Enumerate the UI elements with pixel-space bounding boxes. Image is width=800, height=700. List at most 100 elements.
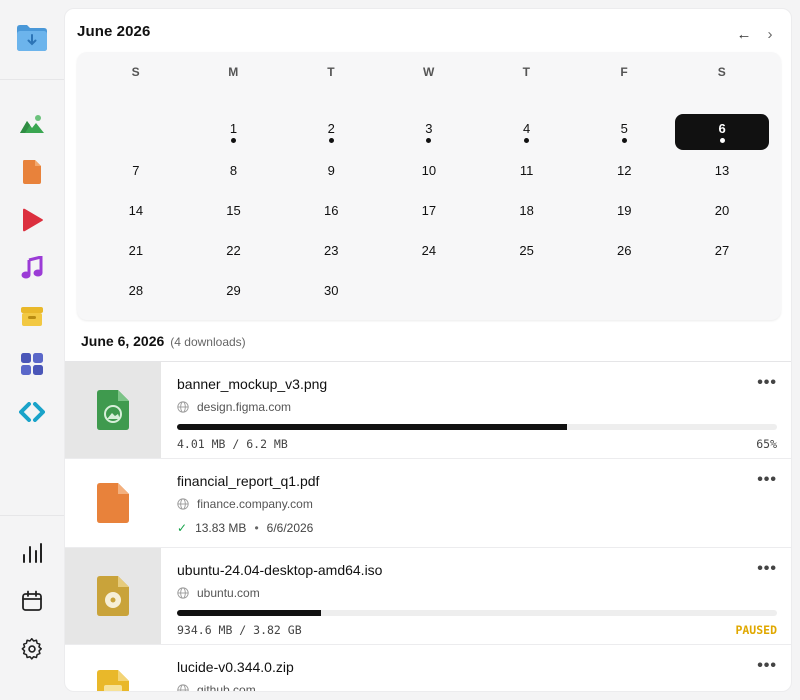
calendar-day-number: 30 bbox=[323, 282, 339, 298]
calendar-day-number: 17 bbox=[421, 202, 437, 218]
calendar-day[interactable]: 7 bbox=[87, 152, 185, 188]
calendar-day[interactable]: 11 bbox=[478, 152, 576, 188]
calendar-day[interactable]: 4 bbox=[478, 114, 576, 150]
calendar-day[interactable]: 25 bbox=[478, 232, 576, 268]
more-options-button[interactable]: ••• bbox=[757, 657, 777, 675]
calendar-day-number: 23 bbox=[323, 242, 339, 258]
sidebar-footer bbox=[0, 515, 64, 673]
images-icon[interactable] bbox=[8, 100, 56, 148]
code-icon[interactable] bbox=[8, 388, 56, 436]
progress-bar bbox=[177, 610, 777, 616]
download-filename[interactable]: ubuntu-24.04-desktop-amd64.iso bbox=[177, 562, 382, 578]
globe-icon bbox=[177, 401, 189, 413]
weekday-label: W bbox=[422, 65, 435, 79]
calendar-day-number: 10 bbox=[421, 162, 437, 178]
calendar-day-number: 4 bbox=[522, 121, 531, 136]
calendar-day[interactable]: 27 bbox=[673, 232, 771, 268]
downloads-date-heading: June 6, 2026 (4 downloads) bbox=[81, 333, 246, 349]
calendar-day-number: 5 bbox=[620, 121, 628, 136]
calendar-day-number: 16 bbox=[323, 202, 339, 218]
main-panel: June 2026 ← › S M T W T F S 1 2 3 4 5 6 7 8 9 10 1… bbox=[64, 8, 792, 692]
download-domain: design.figma.com bbox=[197, 400, 292, 414]
globe-icon bbox=[177, 498, 189, 510]
calendar-week: 28 29 30 bbox=[87, 270, 771, 310]
calendar-day-number: 6 bbox=[718, 121, 726, 136]
calendar-day[interactable]: 13 bbox=[673, 152, 771, 188]
calendar-day[interactable]: 8 bbox=[185, 152, 283, 188]
video-icon[interactable] bbox=[8, 196, 56, 244]
calendar-empty-cell bbox=[380, 272, 478, 308]
calendar-day-number: 8 bbox=[229, 162, 238, 178]
calendar-day[interactable]: 24 bbox=[380, 232, 478, 268]
download-size: 4.01 MB / 6.2 MB bbox=[177, 437, 288, 451]
progress-fill bbox=[177, 424, 567, 430]
download-item[interactable]: banner_mockup_v3.png ••• design.figma.co… bbox=[65, 362, 791, 459]
calendar-icon[interactable] bbox=[8, 577, 56, 625]
folder-download-icon[interactable] bbox=[15, 22, 49, 57]
calendar-day[interactable]: 20 bbox=[673, 192, 771, 228]
checkmark-icon: ✓ bbox=[177, 521, 188, 535]
calendar-day[interactable]: 29 bbox=[185, 272, 283, 308]
next-month-button[interactable]: › bbox=[759, 23, 781, 45]
download-item[interactable]: lucide-v0.344.0.zip ••• github.com bbox=[65, 645, 791, 692]
download-domain: ubuntu.com bbox=[197, 586, 260, 600]
calendar-day[interactable]: 2 bbox=[282, 114, 380, 150]
stats-icon[interactable] bbox=[8, 529, 56, 577]
download-indicator-dot bbox=[426, 138, 432, 143]
weekday-label: S bbox=[131, 65, 141, 79]
download-source: ubuntu.com bbox=[177, 586, 260, 600]
calendar-day[interactable]: 26 bbox=[575, 232, 673, 268]
calendar-day-number: 24 bbox=[421, 242, 437, 258]
calendar-day[interactable]: 18 bbox=[478, 192, 576, 228]
calendar-day[interactable]: 28 bbox=[87, 272, 185, 308]
calendar-day[interactable]: 15 bbox=[185, 192, 283, 228]
progress-fill bbox=[177, 610, 321, 616]
calendar-day-number: 13 bbox=[714, 162, 730, 178]
weekday-header: S M T W T F S bbox=[87, 52, 771, 92]
calendar-day[interactable]: 14 bbox=[87, 192, 185, 228]
archive-icon[interactable] bbox=[8, 292, 56, 340]
globe-icon bbox=[177, 684, 189, 691]
separator: • bbox=[254, 521, 259, 535]
download-filename[interactable]: lucide-v0.344.0.zip bbox=[177, 659, 294, 675]
calendar-day[interactable]: 30 bbox=[282, 272, 380, 308]
calendar-day[interactable]: 17 bbox=[380, 192, 478, 228]
archive-file-icon bbox=[65, 645, 161, 691]
calendar-day[interactable]: 1 bbox=[185, 114, 283, 150]
calendar-day[interactable]: 16 bbox=[282, 192, 380, 228]
apps-icon[interactable] bbox=[8, 340, 56, 388]
download-filename[interactable]: financial_report_q1.pdf bbox=[177, 473, 319, 489]
calendar-empty-cell bbox=[478, 272, 576, 308]
more-options-button[interactable]: ••• bbox=[757, 374, 777, 392]
calendar-day[interactable]: 10 bbox=[380, 152, 478, 188]
more-options-button[interactable]: ••• bbox=[757, 560, 777, 578]
calendar-day-number: 14 bbox=[128, 202, 144, 218]
download-filename[interactable]: banner_mockup_v3.png bbox=[177, 376, 327, 392]
calendar-empty-cell bbox=[575, 272, 673, 308]
settings-icon[interactable] bbox=[8, 625, 56, 673]
calendar-day[interactable]: 9 bbox=[282, 152, 380, 188]
download-domain: github.com bbox=[197, 683, 256, 692]
download-size: 13.83 MB bbox=[195, 521, 247, 535]
calendar-day[interactable]: 23 bbox=[282, 232, 380, 268]
more-options-button[interactable]: ••• bbox=[757, 471, 777, 489]
previous-month-button[interactable]: ← bbox=[733, 23, 755, 45]
calendar-empty-cell bbox=[673, 272, 771, 308]
download-item[interactable]: ubuntu-24.04-desktop-amd64.iso ••• ubunt… bbox=[65, 548, 791, 645]
download-item[interactable]: financial_report_q1.pdf ••• finance.comp… bbox=[65, 459, 791, 548]
calendar-day-number: 3 bbox=[425, 121, 433, 136]
calendar-day[interactable]: 12 bbox=[575, 152, 673, 188]
weekday-label: S bbox=[717, 65, 727, 79]
calendar-day-number: 11 bbox=[519, 162, 534, 178]
music-icon[interactable] bbox=[8, 244, 56, 292]
document-icon[interactable] bbox=[8, 148, 56, 196]
calendar-day[interactable]: 5 bbox=[575, 114, 673, 150]
calendar-day[interactable]: 21 bbox=[87, 232, 185, 268]
calendar-day-number: 20 bbox=[714, 202, 730, 218]
calendar-day[interactable]: 6 bbox=[675, 114, 770, 150]
calendar-day[interactable]: 3 bbox=[380, 114, 478, 150]
calendar-day[interactable]: 19 bbox=[575, 192, 673, 228]
calendar-grid: S M T W T F S 1 2 3 4 5 6 7 8 9 10 11 12 13 14 15 16 17 1… bbox=[87, 52, 771, 310]
calendar-day[interactable]: 22 bbox=[185, 232, 283, 268]
calendar-day-number: 15 bbox=[226, 202, 241, 218]
